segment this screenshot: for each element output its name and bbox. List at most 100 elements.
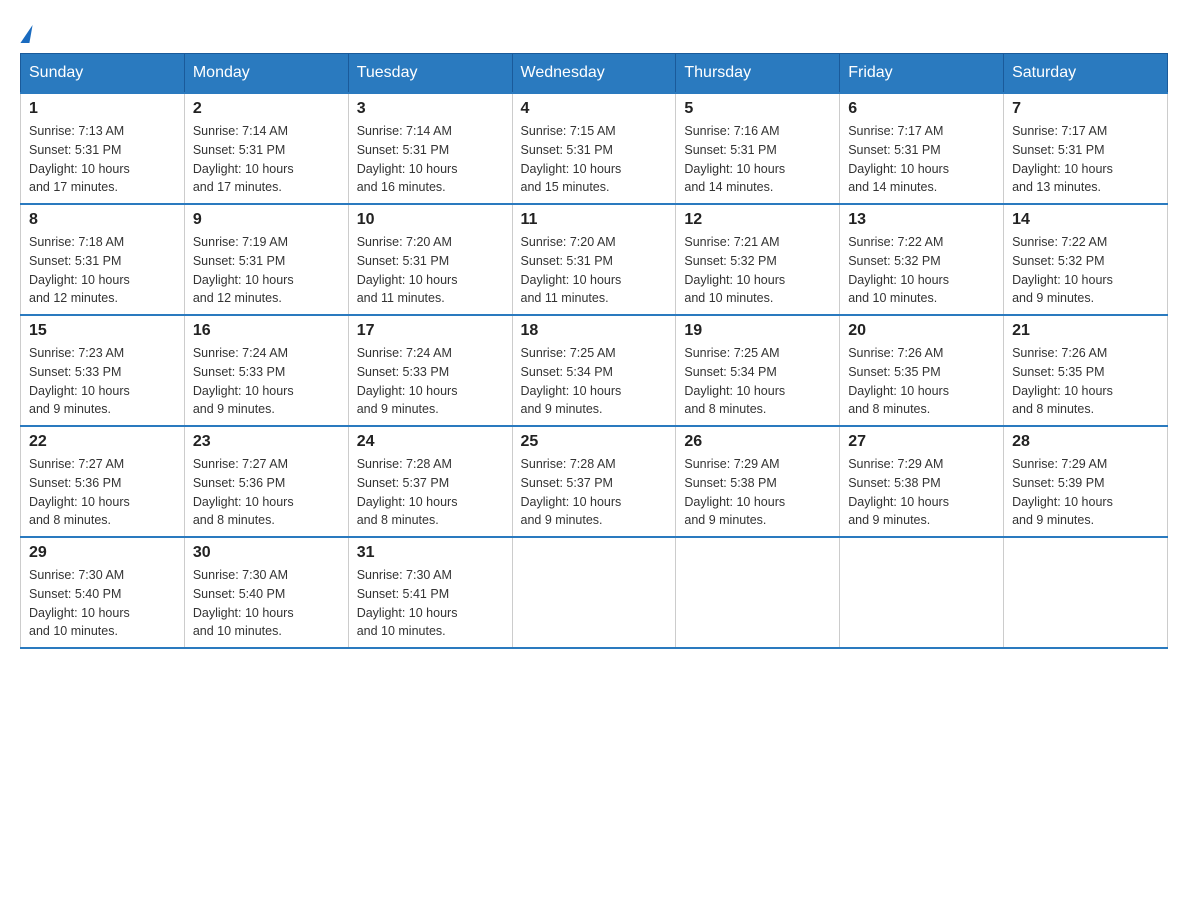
day-number: 5 [684, 100, 831, 118]
day-number: 12 [684, 211, 831, 229]
calendar-cell [676, 537, 840, 648]
day-number: 19 [684, 322, 831, 340]
calendar-cell: 13 Sunrise: 7:22 AMSunset: 5:32 PMDayligh… [840, 204, 1004, 315]
calendar-cell: 2 Sunrise: 7:14 AMSunset: 5:31 PMDaylight… [184, 93, 348, 204]
day-number: 4 [521, 100, 668, 118]
day-number: 18 [521, 322, 668, 340]
day-number: 24 [357, 433, 504, 451]
day-info: Sunrise: 7:30 AMSunset: 5:41 PMDaylight:… [357, 566, 504, 641]
calendar-cell: 28 Sunrise: 7:29 AMSunset: 5:39 PMDayligh… [1004, 426, 1168, 537]
day-info: Sunrise: 7:20 AMSunset: 5:31 PMDaylight:… [521, 233, 668, 308]
calendar-week-row: 8Sunrise: 7:18 AMSunset: 5:31 PMDaylight… [21, 204, 1168, 315]
day-info: Sunrise: 7:28 AMSunset: 5:37 PMDaylight:… [521, 455, 668, 530]
calendar-header-tuesday: Tuesday [348, 54, 512, 94]
calendar-cell: 25 Sunrise: 7:28 AMSunset: 5:37 PMDayligh… [512, 426, 676, 537]
calendar-header-sunday: Sunday [21, 54, 185, 94]
calendar-cell: 24 Sunrise: 7:28 AMSunset: 5:37 PMDayligh… [348, 426, 512, 537]
day-info: Sunrise: 7:20 AMSunset: 5:31 PMDaylight:… [357, 233, 504, 308]
calendar-cell: 23 Sunrise: 7:27 AMSunset: 5:36 PMDayligh… [184, 426, 348, 537]
day-number: 13 [848, 211, 995, 229]
calendar-cell: 20 Sunrise: 7:26 AMSunset: 5:35 PMDayligh… [840, 315, 1004, 426]
calendar-cell: 3 Sunrise: 7:14 AMSunset: 5:31 PMDaylight… [348, 93, 512, 204]
day-info: Sunrise: 7:29 AMSunset: 5:38 PMDaylight:… [684, 455, 831, 530]
day-number: 23 [193, 433, 340, 451]
calendar-cell: 9Sunrise: 7:19 AMSunset: 5:31 PMDaylight… [184, 204, 348, 315]
calendar-cell: 19 Sunrise: 7:25 AMSunset: 5:34 PMDayligh… [676, 315, 840, 426]
calendar-header-thursday: Thursday [676, 54, 840, 94]
day-number: 21 [1012, 322, 1159, 340]
day-number: 29 [29, 544, 176, 562]
day-number: 2 [193, 100, 340, 118]
day-info: Sunrise: 7:18 AMSunset: 5:31 PMDaylight:… [29, 233, 176, 308]
day-info: Sunrise: 7:21 AMSunset: 5:32 PMDaylight:… [684, 233, 831, 308]
day-info: Sunrise: 7:22 AMSunset: 5:32 PMDaylight:… [1012, 233, 1159, 308]
day-info: Sunrise: 7:15 AMSunset: 5:31 PMDaylight:… [521, 122, 668, 197]
calendar-cell: 6 Sunrise: 7:17 AMSunset: 5:31 PMDaylight… [840, 93, 1004, 204]
day-info: Sunrise: 7:27 AMSunset: 5:36 PMDaylight:… [193, 455, 340, 530]
day-info: Sunrise: 7:14 AMSunset: 5:31 PMDaylight:… [357, 122, 504, 197]
day-number: 14 [1012, 211, 1159, 229]
calendar-cell: 15 Sunrise: 7:23 AMSunset: 5:33 PMDayligh… [21, 315, 185, 426]
day-info: Sunrise: 7:16 AMSunset: 5:31 PMDaylight:… [684, 122, 831, 197]
day-info: Sunrise: 7:17 AMSunset: 5:31 PMDaylight:… [1012, 122, 1159, 197]
calendar-header-monday: Monday [184, 54, 348, 94]
day-number: 22 [29, 433, 176, 451]
day-info: Sunrise: 7:22 AMSunset: 5:32 PMDaylight:… [848, 233, 995, 308]
calendar-week-row: 22 Sunrise: 7:27 AMSunset: 5:36 PMDayligh… [21, 426, 1168, 537]
day-info: Sunrise: 7:13 AMSunset: 5:31 PMDaylight:… [29, 122, 176, 197]
day-number: 27 [848, 433, 995, 451]
day-info: Sunrise: 7:25 AMSunset: 5:34 PMDaylight:… [684, 344, 831, 419]
calendar-week-row: 15 Sunrise: 7:23 AMSunset: 5:33 PMDayligh… [21, 315, 1168, 426]
calendar-cell: 10Sunrise: 7:20 AMSunset: 5:31 PMDayligh… [348, 204, 512, 315]
calendar-cell: 1 Sunrise: 7:13 AMSunset: 5:31 PMDaylight… [21, 93, 185, 204]
day-number: 11 [521, 211, 668, 229]
day-info: Sunrise: 7:14 AMSunset: 5:31 PMDaylight:… [193, 122, 340, 197]
calendar-cell: 5 Sunrise: 7:16 AMSunset: 5:31 PMDaylight… [676, 93, 840, 204]
calendar-header-wednesday: Wednesday [512, 54, 676, 94]
day-info: Sunrise: 7:26 AMSunset: 5:35 PMDaylight:… [1012, 344, 1159, 419]
calendar-cell: 17Sunrise: 7:24 AMSunset: 5:33 PMDayligh… [348, 315, 512, 426]
calendar-cell: 29Sunrise: 7:30 AMSunset: 5:40 PMDayligh… [21, 537, 185, 648]
calendar-cell: 22 Sunrise: 7:27 AMSunset: 5:36 PMDayligh… [21, 426, 185, 537]
day-info: Sunrise: 7:19 AMSunset: 5:31 PMDaylight:… [193, 233, 340, 308]
calendar-cell: 31 Sunrise: 7:30 AMSunset: 5:41 PMDayligh… [348, 537, 512, 648]
calendar-cell: 14 Sunrise: 7:22 AMSunset: 5:32 PMDayligh… [1004, 204, 1168, 315]
day-info: Sunrise: 7:23 AMSunset: 5:33 PMDaylight:… [29, 344, 176, 419]
day-info: Sunrise: 7:29 AMSunset: 5:39 PMDaylight:… [1012, 455, 1159, 530]
day-number: 20 [848, 322, 995, 340]
day-info: Sunrise: 7:17 AMSunset: 5:31 PMDaylight:… [848, 122, 995, 197]
day-info: Sunrise: 7:26 AMSunset: 5:35 PMDaylight:… [848, 344, 995, 419]
day-info: Sunrise: 7:24 AMSunset: 5:33 PMDaylight:… [193, 344, 340, 419]
calendar-header-saturday: Saturday [1004, 54, 1168, 94]
day-number: 6 [848, 100, 995, 118]
day-number: 7 [1012, 100, 1159, 118]
calendar-cell [1004, 537, 1168, 648]
calendar-header-friday: Friday [840, 54, 1004, 94]
day-info: Sunrise: 7:27 AMSunset: 5:36 PMDaylight:… [29, 455, 176, 530]
day-number: 25 [521, 433, 668, 451]
calendar-cell [512, 537, 676, 648]
day-info: Sunrise: 7:30 AMSunset: 5:40 PMDaylight:… [193, 566, 340, 641]
day-number: 28 [1012, 433, 1159, 451]
day-number: 1 [29, 100, 176, 118]
day-number: 3 [357, 100, 504, 118]
calendar-cell: 4 Sunrise: 7:15 AMSunset: 5:31 PMDaylight… [512, 93, 676, 204]
calendar-cell: 26 Sunrise: 7:29 AMSunset: 5:38 PMDayligh… [676, 426, 840, 537]
calendar-cell: 8Sunrise: 7:18 AMSunset: 5:31 PMDaylight… [21, 204, 185, 315]
day-number: 30 [193, 544, 340, 562]
calendar-header-row: SundayMondayTuesdayWednesdayThursdayFrid… [21, 54, 1168, 94]
day-info: Sunrise: 7:24 AMSunset: 5:33 PMDaylight:… [357, 344, 504, 419]
day-number: 31 [357, 544, 504, 562]
day-info: Sunrise: 7:29 AMSunset: 5:38 PMDaylight:… [848, 455, 995, 530]
logo [20, 20, 31, 43]
day-number: 26 [684, 433, 831, 451]
calendar-cell: 7 Sunrise: 7:17 AMSunset: 5:31 PMDaylight… [1004, 93, 1168, 204]
calendar-cell: 30 Sunrise: 7:30 AMSunset: 5:40 PMDayligh… [184, 537, 348, 648]
calendar-cell: 11 Sunrise: 7:20 AMSunset: 5:31 PMDayligh… [512, 204, 676, 315]
calendar-cell [840, 537, 1004, 648]
calendar-cell: 12 Sunrise: 7:21 AMSunset: 5:32 PMDayligh… [676, 204, 840, 315]
calendar-week-row: 1 Sunrise: 7:13 AMSunset: 5:31 PMDaylight… [21, 93, 1168, 204]
day-info: Sunrise: 7:28 AMSunset: 5:37 PMDaylight:… [357, 455, 504, 530]
calendar-table: SundayMondayTuesdayWednesdayThursdayFrid… [20, 53, 1168, 649]
day-number: 15 [29, 322, 176, 340]
